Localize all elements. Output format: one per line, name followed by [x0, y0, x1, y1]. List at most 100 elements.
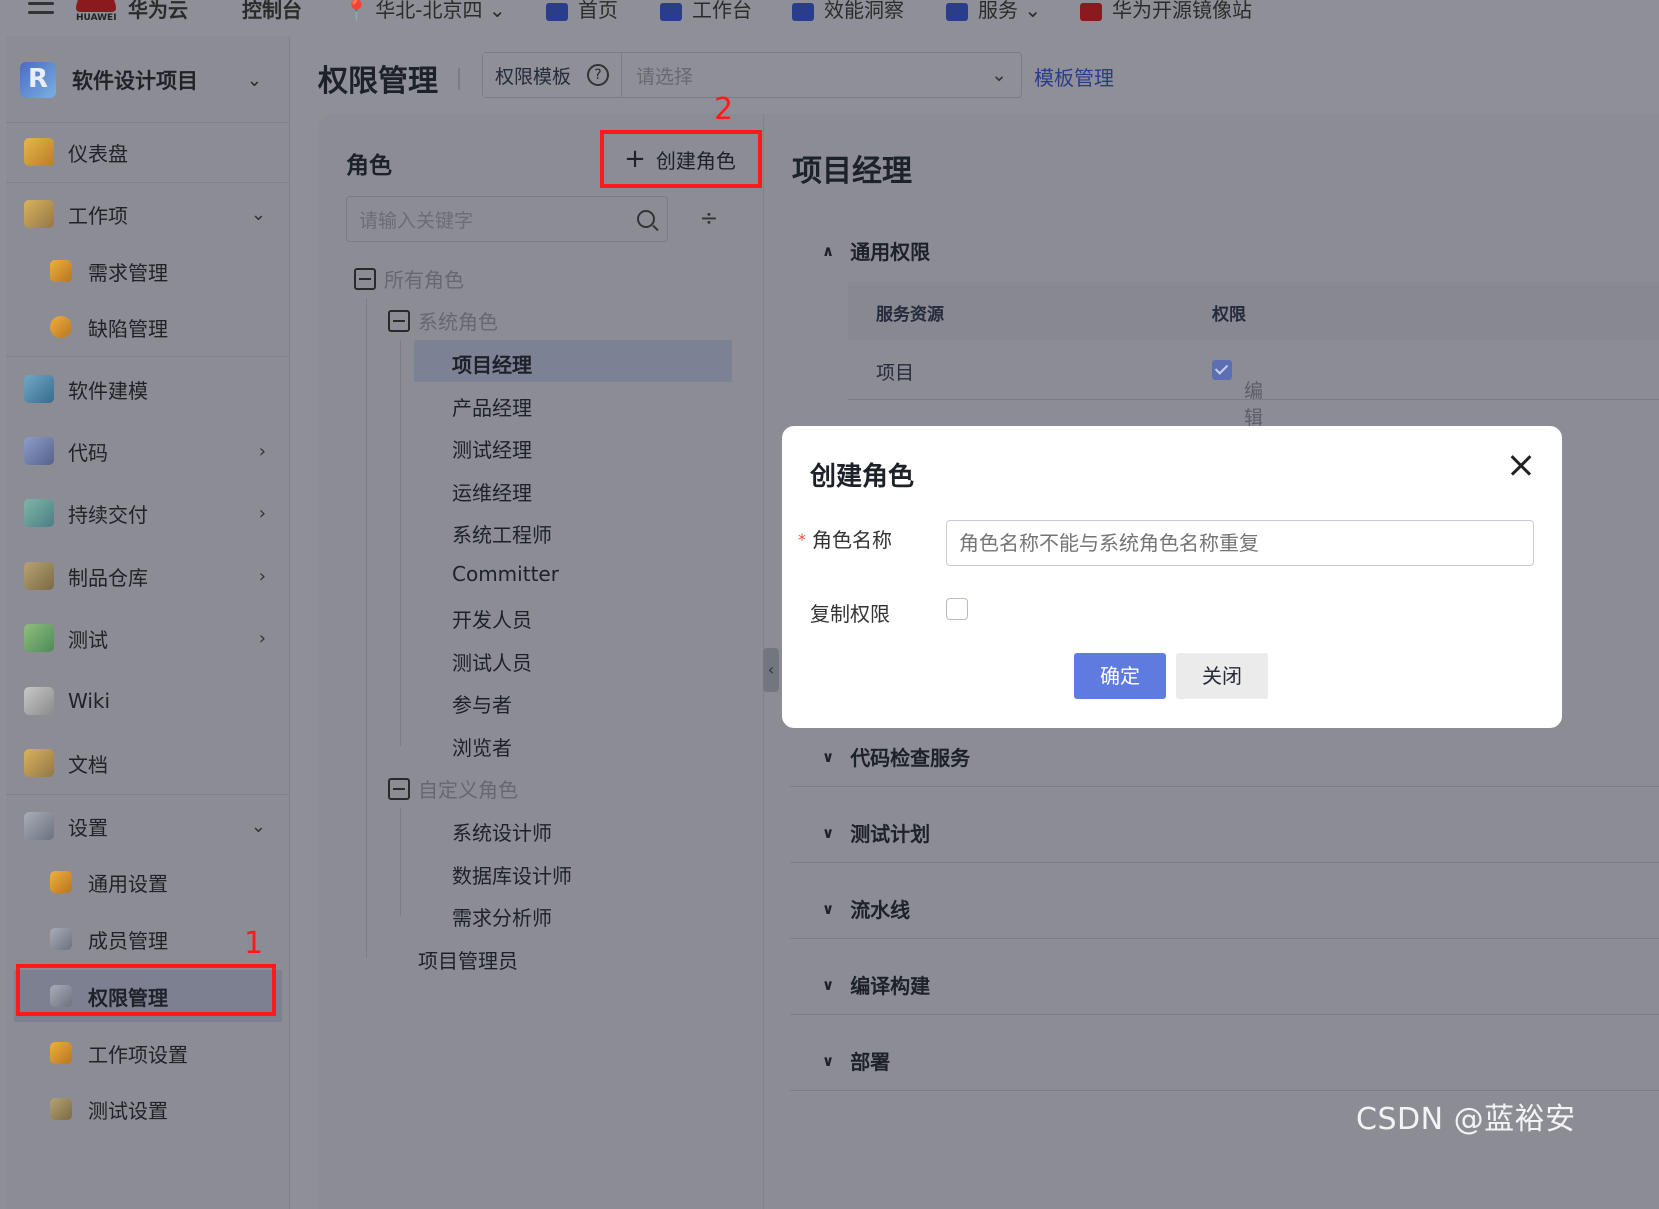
permissions-table-header: 服务资源 权限 — [848, 282, 1659, 340]
sidebar-item-workitems[interactable]: 工作项 ⌄ — [6, 188, 290, 240]
copy-permission-checkbox[interactable] — [946, 598, 968, 620]
sidebar-item-delivery[interactable]: 持续交付 › — [6, 487, 290, 539]
tree-item-project-admin[interactable]: 项目管理员 — [418, 945, 518, 974]
tree-item-tester[interactable]: 测试人员 — [452, 647, 532, 676]
create-role-dialog: 创建角色 *角色名称 复制权限 确定 关闭 — [782, 426, 1562, 728]
sidebar-item-wiki[interactable]: Wiki — [6, 675, 290, 727]
sidebar: 软件设计项目 ⌄ 仪表盘 工作项⌄ 需求管理 缺陷管理 软件建模 代码› 持续交… — [6, 36, 290, 1209]
template-selector[interactable]: 权限模板 ? 请选择 ⌄ — [482, 52, 1022, 98]
chevron-down-icon: ∨ — [822, 1051, 835, 1070]
sidebar-item-dashboard[interactable]: 仪表盘 — [6, 126, 290, 178]
tree-item-system-engineer[interactable]: 系统工程师 — [452, 519, 552, 548]
collapse-all-icon[interactable]: ÷ — [698, 206, 720, 232]
search-icon[interactable] — [637, 210, 655, 228]
confirm-button[interactable]: 确定 — [1074, 653, 1166, 699]
section-deploy[interactable]: ∨ 部署 — [822, 1046, 890, 1075]
sidebar-item-workitem-settings[interactable]: 工作项设置 — [6, 1027, 290, 1079]
tree-item-project-manager[interactable]: 项目经理 — [452, 349, 532, 378]
tree-item-ops-manager[interactable]: 运维经理 — [452, 477, 532, 506]
divider — [790, 938, 1659, 939]
chevron-right-icon: › — [258, 502, 266, 524]
collapse-icon[interactable] — [354, 267, 376, 290]
huawei-logo[interactable]: HUAWEI — [76, 0, 120, 28]
tree-item-product-manager[interactable]: 产品经理 — [452, 392, 532, 421]
artifact-icon — [24, 562, 54, 590]
test-settings-icon — [50, 1098, 72, 1120]
project-name: 软件设计项目 — [72, 69, 198, 93]
sidebar-item-requirements[interactable]: 需求管理 — [6, 245, 290, 297]
tree-node-all-roles[interactable]: 所有角色 — [354, 264, 464, 293]
section-code-check[interactable]: ∨ 代码检查服务 — [822, 742, 970, 771]
collapse-icon[interactable] — [388, 777, 410, 800]
tree-item-test-manager[interactable]: 测试经理 — [452, 434, 532, 463]
close-button[interactable]: 关闭 — [1176, 653, 1268, 699]
section-general-permissions[interactable]: ∧ 通用权限 — [822, 236, 930, 265]
tree-item-viewer[interactable]: 浏览者 — [452, 732, 512, 761]
sidebar-item-docs[interactable]: 文档 — [6, 737, 290, 789]
tree-item-system-designer[interactable]: 系统设计师 — [452, 817, 552, 846]
cloud-name[interactable]: 华为云 — [128, 0, 188, 23]
divider — [790, 1014, 1659, 1015]
project-switcher[interactable]: 软件设计项目 ⌄ — [20, 58, 282, 102]
home-link[interactable]: 首页 — [546, 0, 618, 23]
tree-node-system-roles[interactable]: 系统角色 — [388, 306, 498, 335]
sidebar-item-test-settings[interactable]: 测试设置 — [6, 1083, 290, 1135]
template-select[interactable]: 请选择 ⌄ — [622, 62, 1021, 89]
copy-permission-label: 复制权限 — [810, 602, 890, 626]
members-icon — [50, 928, 72, 950]
services-icon — [946, 2, 968, 21]
tree-node-custom-roles[interactable]: 自定义角色 — [388, 774, 518, 803]
console-link[interactable]: 控制台 — [242, 0, 302, 23]
sidebar-item-code[interactable]: 代码 › — [6, 425, 290, 477]
tree-item-req-analyst[interactable]: 需求分析师 — [452, 902, 552, 931]
tree-item-developer[interactable]: 开发人员 — [452, 604, 532, 633]
requirement-icon — [50, 260, 72, 282]
tree-item-participant[interactable]: 参与者 — [452, 689, 512, 718]
section-build[interactable]: ∨ 编译构建 — [822, 970, 930, 999]
template-manage-link[interactable]: 模板管理 — [1034, 62, 1114, 91]
section-pipeline[interactable]: ∨ 流水线 — [822, 894, 910, 923]
checkbox-checked-icon — [1212, 359, 1232, 380]
col-permission: 权限 — [1212, 305, 1246, 325]
defect-icon — [50, 316, 72, 338]
home-icon — [546, 2, 568, 21]
services-menu[interactable]: 服务 ⌄ — [946, 0, 1041, 23]
help-icon[interactable]: ? — [587, 64, 610, 86]
table-row: 项目 编辑 — [848, 340, 1659, 429]
sidebar-item-defects[interactable]: 缺陷管理 — [6, 301, 290, 353]
sidebar-item-artifacts[interactable]: 制品仓库 › — [6, 550, 290, 602]
workbench-link[interactable]: 工作台 — [660, 0, 752, 23]
project-logo-icon — [20, 62, 56, 98]
role-name-input[interactable] — [946, 520, 1534, 566]
close-icon[interactable] — [1504, 448, 1538, 482]
workitem-settings-icon — [50, 1042, 72, 1064]
huawei-logo-icon — [76, 0, 116, 12]
tree-item-committer[interactable]: Committer — [452, 562, 559, 586]
sidebar-item-general-settings[interactable]: 通用设置 — [6, 856, 290, 908]
chevron-down-icon: ∨ — [822, 899, 835, 918]
title-divider — [458, 68, 460, 90]
sidebar-item-settings[interactable]: 设置 ⌄ — [6, 800, 290, 852]
menu-icon[interactable] — [28, 2, 54, 22]
tree-item-db-designer[interactable]: 数据库设计师 — [452, 860, 572, 889]
annotation-number-2: 2 — [714, 92, 734, 127]
chevron-right-icon: › — [258, 440, 266, 462]
mirror-icon — [1080, 2, 1102, 21]
required-marker: * — [798, 530, 806, 549]
chevron-right-icon: › — [258, 565, 266, 587]
annotation-number-1: 1 — [244, 926, 264, 961]
tree-guide-line — [366, 298, 367, 958]
chevron-down-icon: ⌄ — [250, 203, 266, 225]
workitem-icon — [24, 200, 54, 228]
divider — [790, 862, 1659, 863]
role-name-label: * 角色名称 — [798, 528, 892, 552]
sidebar-item-modeling[interactable]: 软件建模 — [6, 363, 290, 415]
region-selector[interactable]: 📍 华北-北京四 ⌄ — [344, 0, 506, 23]
insight-link[interactable]: 效能洞察 — [792, 0, 904, 23]
sidebar-item-testing[interactable]: 测试 › — [6, 612, 290, 664]
section-test-plan[interactable]: ∨ 测试计划 — [822, 818, 930, 847]
panel-collapse-handle[interactable]: ‹ — [763, 648, 779, 692]
collapse-icon[interactable] — [388, 309, 410, 332]
mirror-link[interactable]: 华为开源镜像站 — [1080, 0, 1252, 23]
role-search-input[interactable]: 请输入关键字 — [346, 196, 668, 242]
